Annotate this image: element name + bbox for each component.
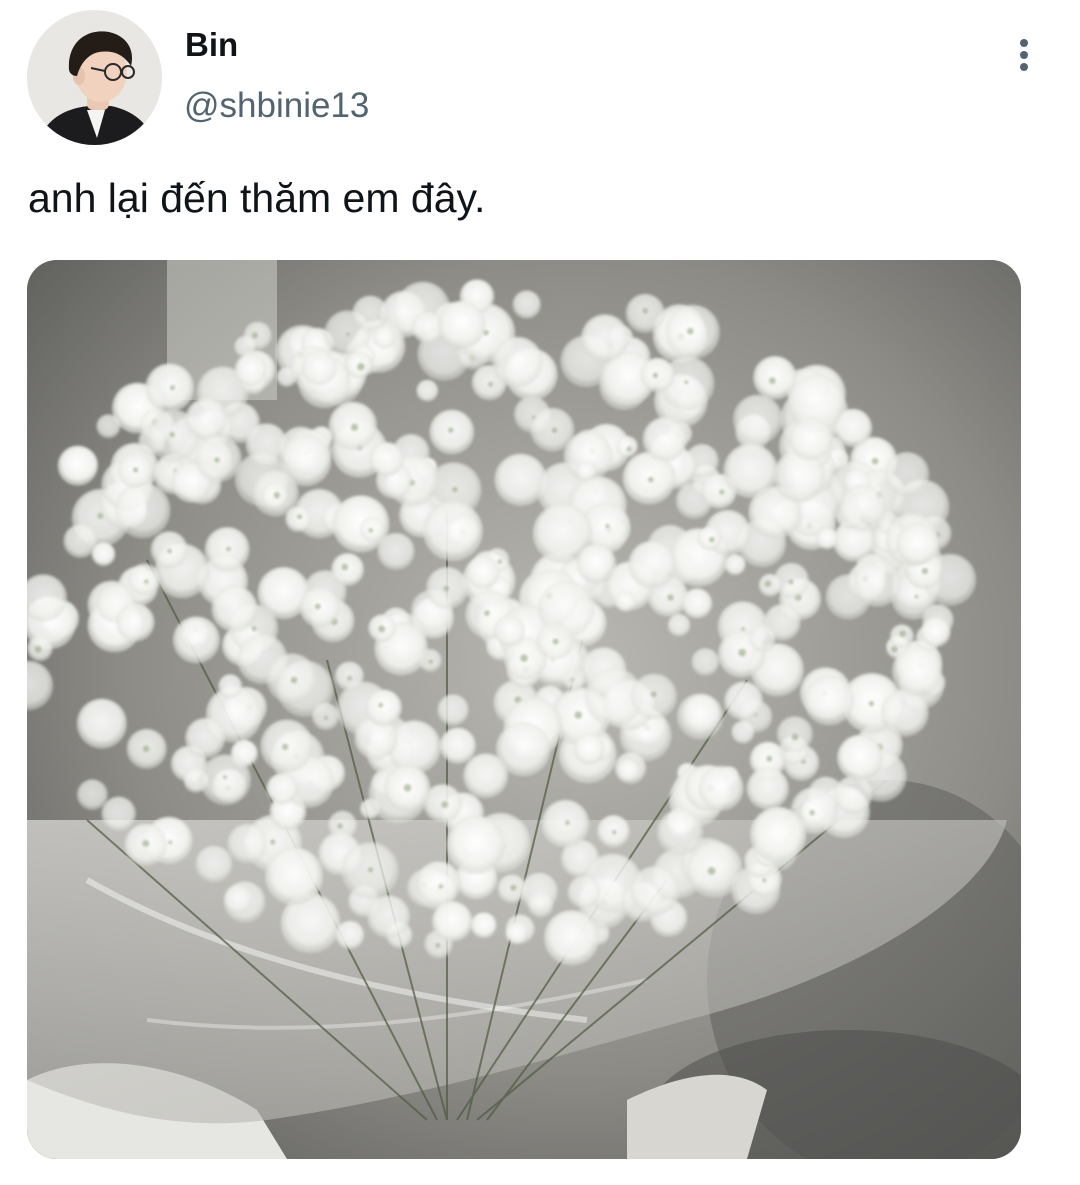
avatar[interactable]	[27, 10, 162, 145]
more-options-button[interactable]	[1002, 30, 1046, 80]
author-display-name[interactable]: Bin	[185, 26, 238, 64]
more-vertical-icon	[1020, 39, 1028, 71]
tweet-card: Bin @shbinie13 anh lại đến thăm em đây.	[0, 0, 1080, 1185]
tweet-photo[interactable]	[27, 260, 1021, 1159]
author-handle[interactable]: @shbinie13	[184, 86, 369, 126]
tweet-text: anh lại đến thăm em đây.	[28, 175, 486, 221]
